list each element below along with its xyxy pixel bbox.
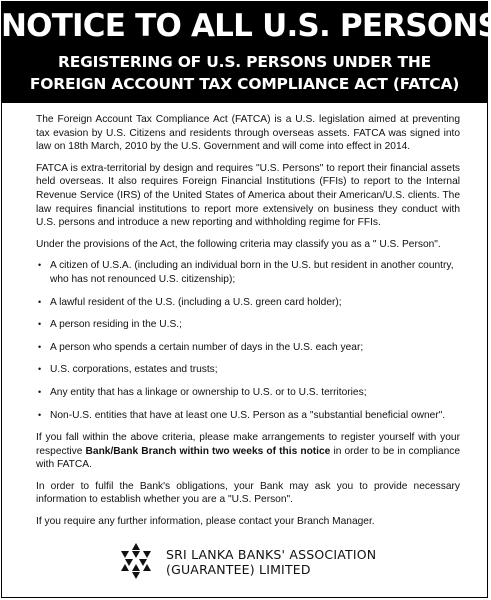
bullet-icon: • bbox=[38, 409, 42, 420]
list-item: • A citizen of U.S.A. (including an indiv… bbox=[36, 259, 460, 286]
footer: SRI LANKA BANKS' ASSOCIATION (GUARANTEE)… bbox=[118, 543, 398, 593]
registration-deadline: Bank/Bank Branch within two weeks of thi… bbox=[85, 445, 331, 457]
notice-header: NOTICE TO ALL U.S. PERSONS REGISTERING O… bbox=[1, 1, 491, 103]
notice-body: The Foreign Account Tax Compliance Act (… bbox=[36, 113, 460, 537]
criteria-list: • A citizen of U.S.A. (including an indiv… bbox=[36, 259, 460, 422]
list-item: • U.S. corporations, estates and trusts; bbox=[36, 363, 460, 377]
list-item: • A person who spends a certain number of… bbox=[36, 341, 460, 355]
criteria-text: A citizen of U.S.A. (including an indivi… bbox=[50, 260, 454, 285]
bullet-icon: • bbox=[38, 386, 42, 397]
extraterritorial-paragraph: FATCA is extra-territorial by design and… bbox=[36, 162, 460, 229]
bullet-icon: • bbox=[38, 319, 42, 330]
intro-paragraph: The Foreign Account Tax Compliance Act (… bbox=[36, 114, 460, 153]
criteria-text: U.S. corporations, estates and trusts; bbox=[50, 364, 218, 376]
subtitle-line-2: FOREIGN ACCOUNT TAX COMPLIANCE ACT (FATC… bbox=[29, 75, 460, 93]
criteria-text: A person who spends a certain number of … bbox=[50, 341, 364, 353]
notice-title: NOTICE TO ALL U.S. PERSONS bbox=[1, 8, 491, 44]
association-line-2: (GUARANTEE) LIMITED bbox=[166, 562, 311, 577]
criteria-text: Any entity that has a linkage or ownersh… bbox=[50, 386, 367, 398]
criteria-text: A lawful resident of the U.S. (including… bbox=[50, 296, 342, 308]
association-line-1: SRI LANKA BANKS' ASSOCIATION bbox=[166, 547, 377, 562]
registration-paragraph: If you fall within the above criteria, p… bbox=[36, 431, 460, 472]
list-item: • Non-U.S. entities that have at least on… bbox=[36, 409, 460, 423]
association-name: SRI LANKA BANKS' ASSOCIATION (GUARANTEE)… bbox=[166, 547, 376, 577]
bullet-icon: • bbox=[38, 260, 42, 271]
criteria-intro-paragraph: Under the provisions of the Act, the fol… bbox=[36, 238, 441, 250]
bullet-icon: • bbox=[38, 341, 42, 352]
list-item: • A lawful resident of the U.S. (includin… bbox=[36, 296, 460, 310]
star-of-david-triangles-logo-icon bbox=[121, 543, 151, 579]
contact-paragraph: If you require any further information, … bbox=[36, 516, 375, 528]
criteria-text: A person residing in the U.S.; bbox=[50, 319, 182, 331]
list-item: • A person residing in the U.S.; bbox=[36, 318, 460, 332]
criteria-text: Non-U.S. entities that have at least one… bbox=[50, 409, 446, 421]
bullet-icon: • bbox=[38, 364, 42, 375]
bullet-icon: • bbox=[38, 296, 42, 307]
obligations-paragraph: In order to fulfil the Bank's obligation… bbox=[36, 480, 460, 506]
notice-subtitle: REGISTERING OF U.S. PERSONS UNDER THE FO… bbox=[1, 51, 488, 95]
subtitle-line-1: REGISTERING OF U.S. PERSONS UNDER THE bbox=[57, 53, 432, 71]
list-item: • Any entity that has a linkage or owners… bbox=[36, 386, 460, 400]
